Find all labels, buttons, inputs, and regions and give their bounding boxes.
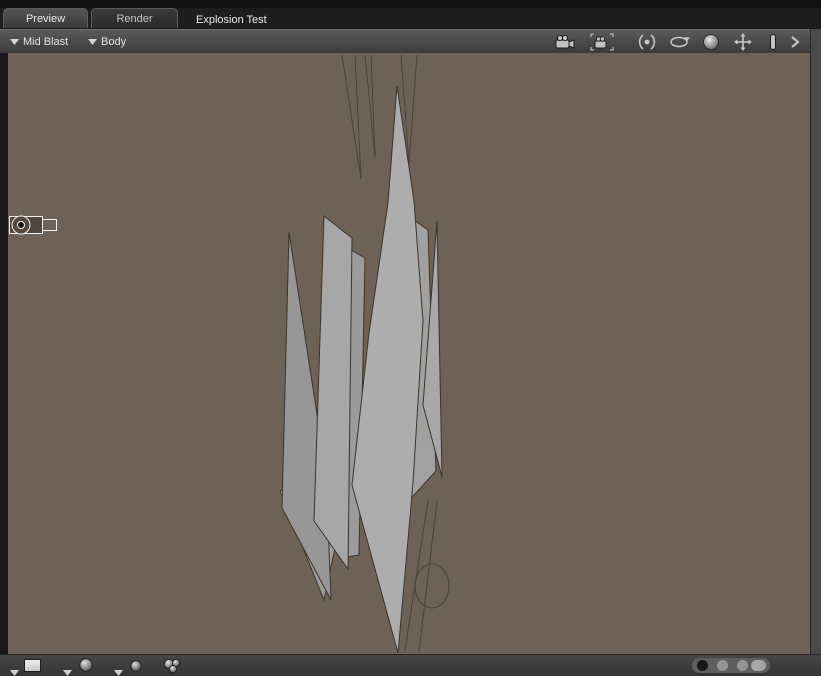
orbit-camera-icon[interactable] xyxy=(634,32,660,52)
rotate-camera-icon[interactable] xyxy=(666,32,692,52)
dolly-camera-icon[interactable] xyxy=(760,32,786,52)
tab-render[interactable]: Render xyxy=(91,8,178,28)
shading-dropdown[interactable] xyxy=(63,663,72,676)
viewport-toolbar: Mid Blast Body xyxy=(0,29,821,53)
display-mode-pager xyxy=(692,658,770,673)
pan-camera-icon[interactable] xyxy=(730,32,756,52)
shaded-sphere-icon[interactable] xyxy=(79,658,93,676)
drawstyle-dropdown[interactable] xyxy=(10,663,19,676)
pager-dot[interactable] xyxy=(717,660,728,671)
node-selector-dropdown[interactable]: Mid Blast xyxy=(10,30,68,54)
multi-sphere-icon[interactable] xyxy=(162,657,184,676)
chevron-down-icon xyxy=(10,39,19,45)
pane-title: Explosion Test xyxy=(196,14,267,26)
chevron-down-icon xyxy=(114,670,123,676)
left-gutter xyxy=(0,53,8,654)
pager-handle[interactable] xyxy=(751,660,766,671)
right-panel-edge[interactable] xyxy=(810,29,821,654)
pager-dot[interactable] xyxy=(737,660,748,671)
frame-camera-icon[interactable] xyxy=(589,32,615,52)
part-selector-dropdown[interactable]: Body xyxy=(88,30,126,54)
node-selector-label: Mid Blast xyxy=(23,36,69,48)
viewport-canvas[interactable] xyxy=(8,53,810,654)
chevron-down-icon xyxy=(10,670,19,676)
pager-dot-dark[interactable] xyxy=(697,660,708,671)
chevron-down-icon xyxy=(88,39,97,45)
camera-icon[interactable] xyxy=(552,32,578,52)
camera-gizmo[interactable] xyxy=(9,215,57,235)
smooth-sphere-icon[interactable] xyxy=(130,659,142,676)
tab-bar: Preview Render Explosion Test xyxy=(0,8,821,29)
chevron-right-icon[interactable] xyxy=(788,32,802,52)
tab-preview[interactable]: Preview xyxy=(3,8,88,28)
sphere-icon[interactable] xyxy=(698,32,724,52)
drawstyle-swatch[interactable] xyxy=(24,659,41,672)
lighting-dropdown[interactable] xyxy=(114,663,123,676)
scene-3d xyxy=(9,54,450,654)
wireframe-bottom xyxy=(404,500,450,653)
viewport-pane: Preview Render Explosion Test Mid Blast … xyxy=(0,0,821,676)
viewport-bottom-bar xyxy=(0,654,821,676)
chevron-down-icon xyxy=(63,670,72,676)
part-selector-label: Body xyxy=(101,36,127,48)
